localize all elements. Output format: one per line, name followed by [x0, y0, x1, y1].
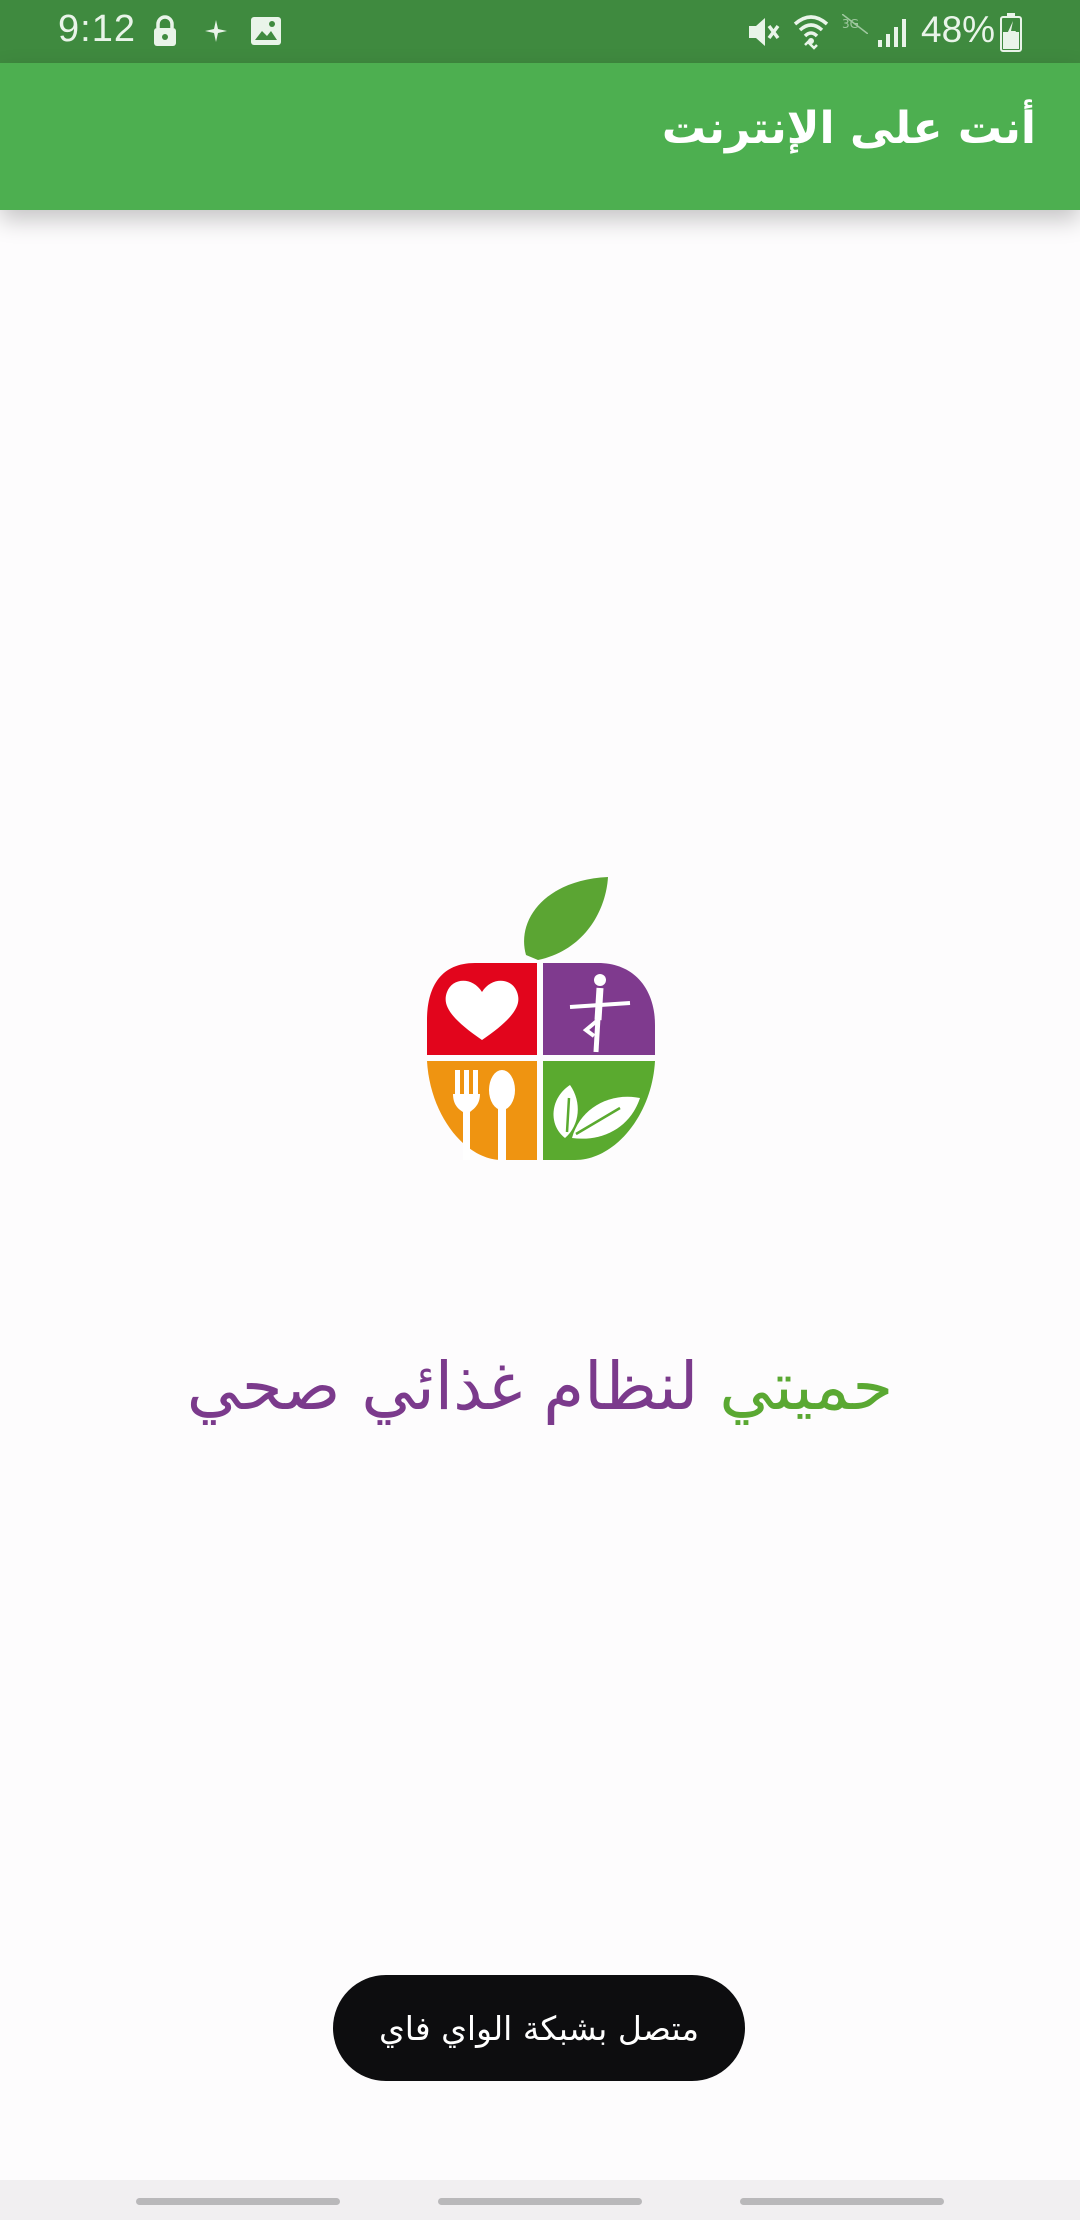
wifi-icon [793, 15, 829, 50]
status-bar: 9:12 3G 48% [0, 0, 1080, 63]
signal-icon [878, 19, 906, 47]
toast-message: متصل بشبكة الواي فاي [333, 1975, 745, 2081]
battery-icon [1000, 13, 1022, 52]
cutlery-quadrant [427, 1061, 537, 1160]
navigation-bar [0, 2180, 1080, 2220]
app-bar: أنت على الإنترنت [0, 63, 1080, 210]
slogan-tagline: لنظام غذائي صحي [186, 1348, 699, 1425]
slogan-app-name: حميتي [719, 1348, 894, 1425]
apple-logo-icon [427, 877, 655, 1160]
toast-text: متصل بشبكة الواي فاي [378, 2008, 700, 2048]
app-slogan: حميتي لنظام غذائي صحي [0, 1348, 1080, 1425]
app-bar-title: أنت على الإنترنت [661, 103, 1036, 154]
nav-gesture-left[interactable] [136, 2198, 340, 2205]
status-time: 9:12 [58, 8, 136, 50]
leaf-shape [524, 877, 608, 960]
nav-gesture-right[interactable] [740, 2198, 944, 2205]
lock-icon [154, 15, 176, 46]
image-icon [251, 17, 281, 45]
no-data-icon: 3G [842, 14, 868, 34]
mute-icon [749, 18, 780, 46]
svg-text:3G: 3G [842, 17, 859, 31]
nav-gesture-home[interactable] [438, 2198, 642, 2205]
battery-percentage: 48% [921, 9, 996, 50]
sparkle-icon [205, 20, 227, 42]
